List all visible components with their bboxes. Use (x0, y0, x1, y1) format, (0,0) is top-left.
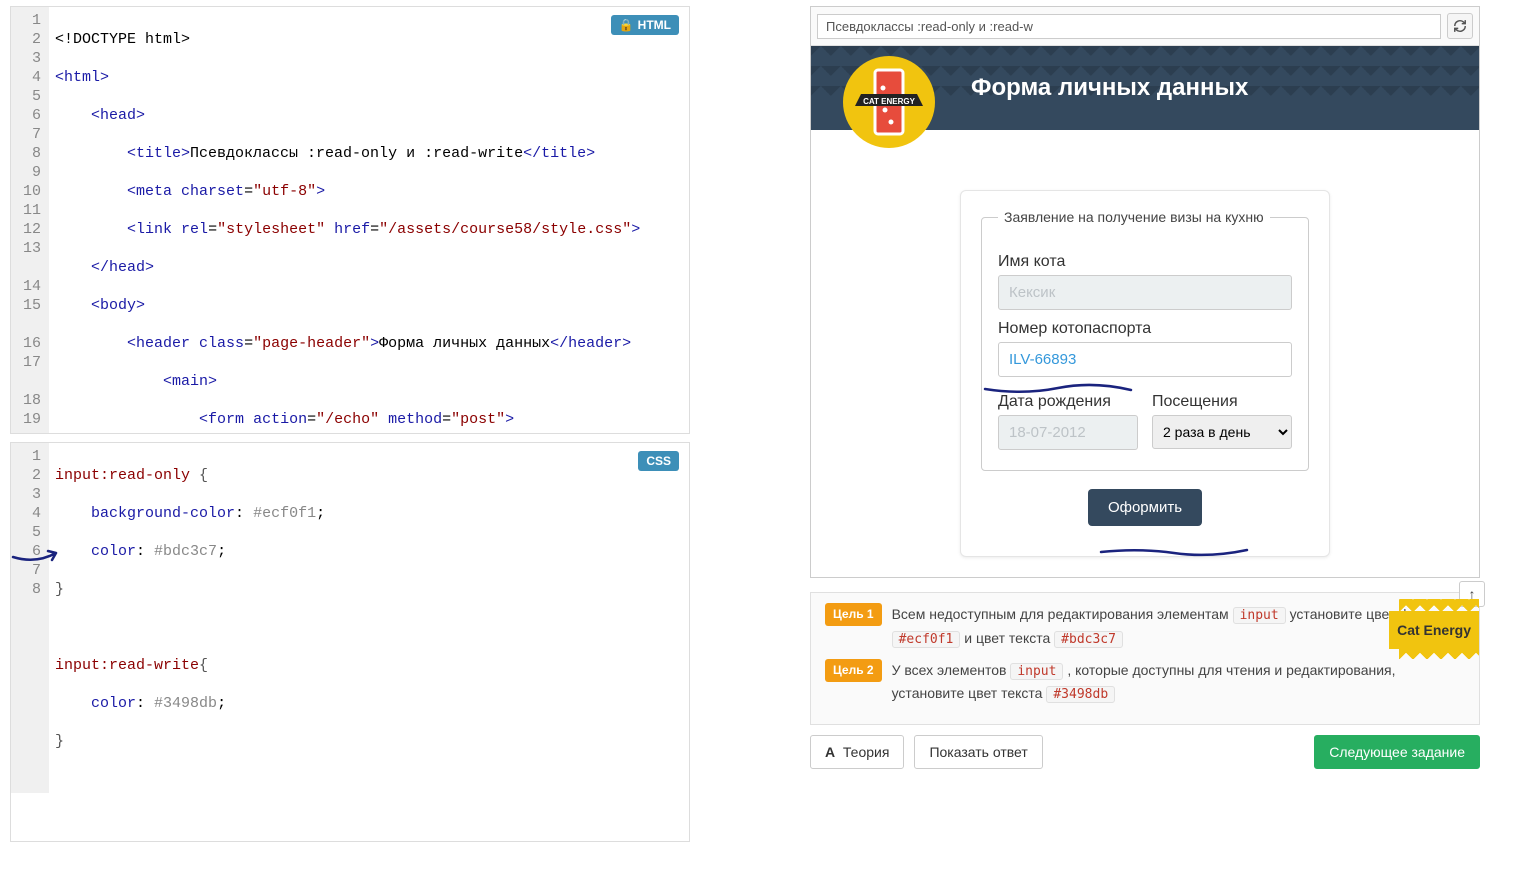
goal-1-badge: Цель 1 (825, 603, 882, 626)
preview-toolbar: Псевдоклассы :read-only и :read-w (811, 7, 1479, 46)
label-name: Имя кота (998, 253, 1292, 271)
css-badge-label: CSS (646, 454, 671, 468)
reload-button[interactable] (1447, 13, 1473, 39)
goals-panel: ↑ Cat Energy Цель 1 Всем недоступным для… (810, 592, 1480, 725)
html-gutter: 12345678910111213141516171819 (11, 7, 49, 434)
annotation-underline-1 (983, 383, 1133, 397)
decor-zigzag (1399, 599, 1479, 611)
preview-header-title: Форма личных данных (971, 74, 1248, 101)
input-passport[interactable] (998, 342, 1292, 377)
reload-icon (1453, 19, 1467, 33)
input-name[interactable] (998, 275, 1292, 310)
next-task-button[interactable]: Следующее задание (1314, 735, 1480, 769)
html-badge: 🔒 HTML (611, 15, 679, 35)
annotation-underline-2 (1099, 546, 1249, 560)
goal-1-text: Всем недоступным для редактирования элем… (892, 603, 1465, 651)
cat-energy-tab: Cat Energy (1389, 611, 1479, 649)
goal-2-badge: Цель 2 (825, 659, 882, 682)
input-dob[interactable] (998, 415, 1138, 450)
address-bar[interactable]: Псевдоклассы :read-only и :read-w (817, 14, 1441, 39)
bottom-buttons: A Теория Показать ответ Следующее задани… (810, 735, 1480, 769)
cat-energy-logo: CAT ENERGY (841, 54, 937, 150)
preview-pane: Псевдоклассы :read-only и :read-w (810, 6, 1480, 578)
goal-1: Цель 1 Всем недоступным для редактирован… (825, 603, 1465, 651)
form-card: Заявление на получение визы на кухню Имя… (960, 190, 1330, 557)
label-visits: Посещения (1152, 393, 1292, 411)
submit-button[interactable]: Оформить (1088, 489, 1202, 526)
html-code[interactable]: <!DOCTYPE html> <html> <head> <title>Псе… (49, 7, 673, 434)
html-badge-label: HTML (638, 18, 671, 32)
code-pill: input (1233, 607, 1286, 624)
css-editor[interactable]: CSS 12345678 input:read-only { backgroun… (10, 442, 690, 842)
html-editor[interactable]: 🔒 HTML 12345678910111213141516171819 <!D… (10, 6, 690, 434)
code-pill: #ecf0f1 (892, 631, 961, 648)
css-code[interactable]: input:read-only { background-color: #ecf… (49, 443, 331, 793)
goal-2: Цель 2 У всех элементов input , которые … (825, 659, 1465, 707)
label-passport: Номер котопаспорта (998, 320, 1292, 338)
css-badge: CSS (638, 451, 679, 471)
code-pill: #3498db (1046, 686, 1115, 703)
select-visits[interactable]: 2 раза в день (1152, 415, 1292, 449)
goal-2-text: У всех элементов input , которые доступн… (892, 659, 1465, 707)
preview-page-header: CAT ENERGY Форма личных данных (811, 46, 1479, 130)
legend: Заявление на получение визы на кухню (998, 209, 1270, 225)
svg-text:CAT ENERGY: CAT ENERGY (863, 97, 916, 106)
theory-button[interactable]: A Теория (810, 735, 904, 769)
code-pill: #bdc3c7 (1054, 631, 1123, 648)
css-gutter: 12345678 (11, 443, 49, 793)
lock-icon: 🔒 (619, 18, 634, 32)
decor-zigzag (1399, 647, 1479, 659)
code-pill: input (1010, 663, 1063, 680)
show-answer-button[interactable]: Показать ответ (914, 735, 1042, 769)
fieldset: Заявление на получение визы на кухню Имя… (981, 209, 1309, 471)
